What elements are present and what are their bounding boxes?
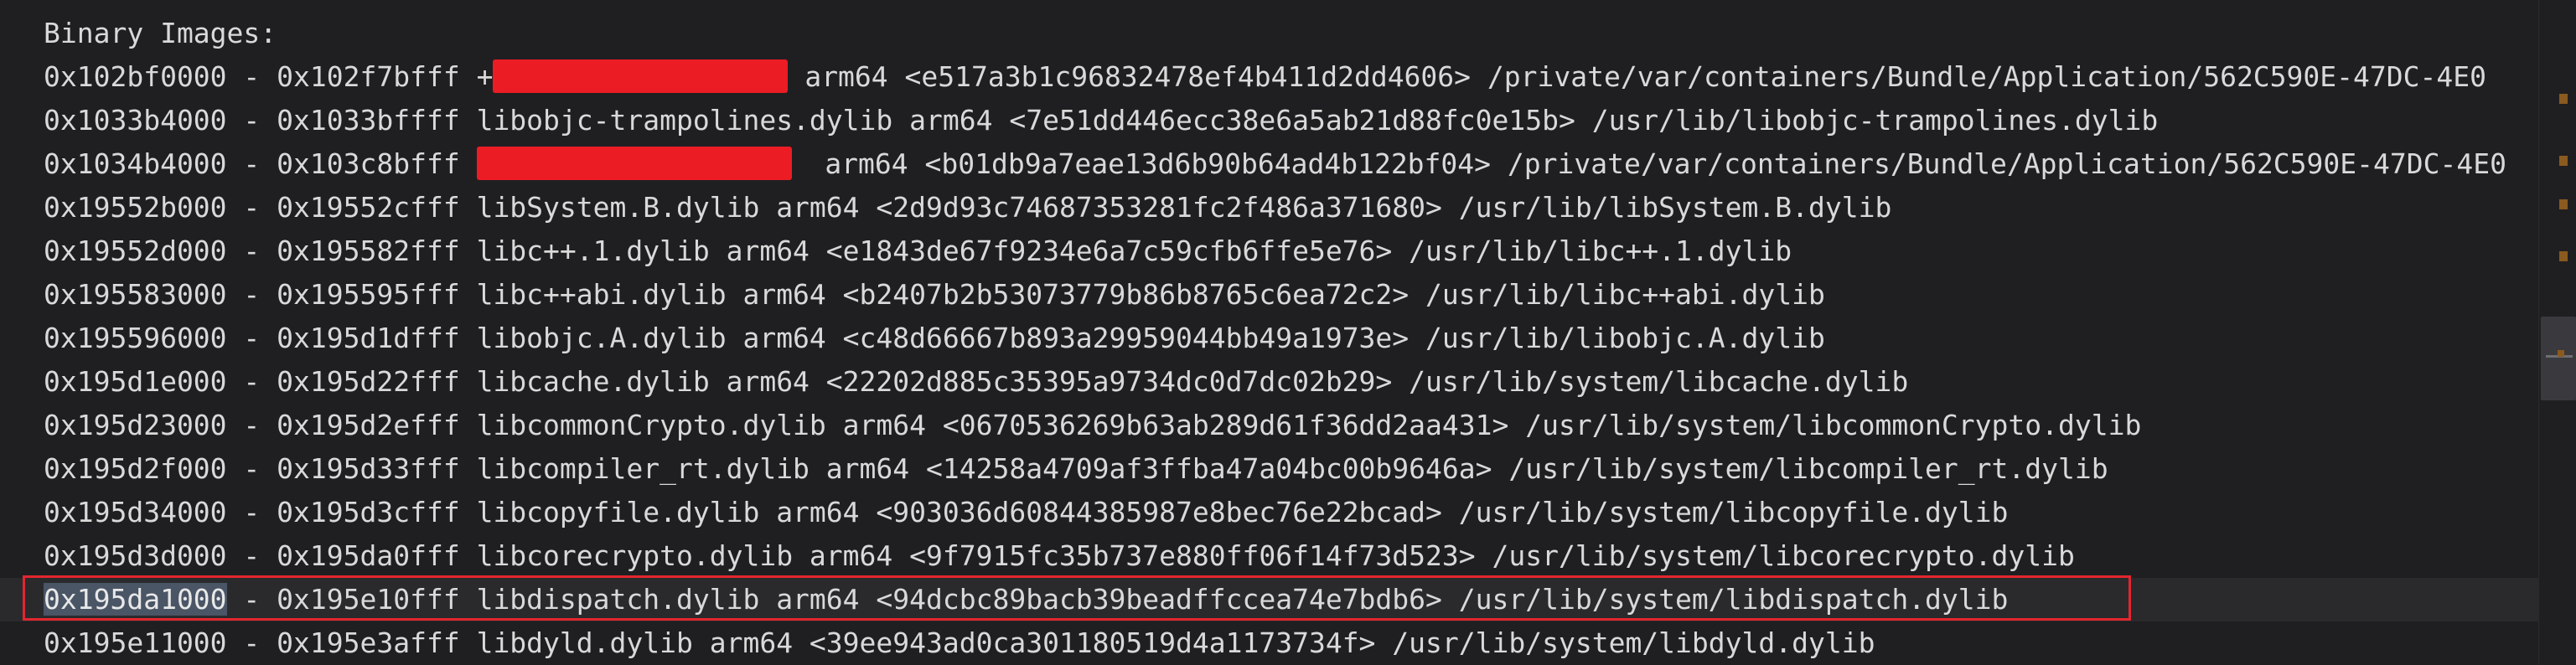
address-range: 0x195d34000 - 0x195d3cfff — [44, 496, 460, 528]
line-text: libdyld.dylib arm64 <39ee943ad0ca3011805… — [459, 626, 1875, 659]
address-range: 0x195e11000 - 0x195e3afff — [44, 626, 460, 659]
current-code-line[interactable]: 0x195da1000 - 0x195e10fff libdispatch.dy… — [0, 578, 2539, 621]
code-line[interactable]: 0x195e11000 - 0x195e3afff libdyld.dylib … — [0, 621, 2539, 665]
binary-images-header: Binary Images: — [44, 17, 277, 49]
address-range: 0x19552b000 - 0x19552cfff — [44, 191, 460, 224]
scroll-marker — [2559, 199, 2568, 209]
code-line[interactable]: 0x1034b4000 - 0x103c8bfff arm64 <b01db9a… — [0, 142, 2539, 186]
vertical-scrollbar[interactable] — [2538, 0, 2576, 665]
address-range: 0x1033b4000 - 0x1033bffff — [44, 104, 460, 137]
code-line[interactable]: 0x1033b4000 - 0x1033bffff libobjc-trampo… — [0, 99, 2539, 142]
line-text: libcommonCrypto.dylib arm64 <0670536269b… — [459, 409, 2142, 441]
code-editor[interactable]: Binary Images: 0x102bf0000 - 0x102f7bfff… — [0, 0, 2576, 665]
line-text: libcache.dylib arm64 <22202d885c35395a97… — [459, 365, 1909, 398]
redaction-block — [476, 146, 792, 180]
code-line[interactable]: 0x102bf0000 - 0x102f7bfff + arm64 <e517a… — [0, 55, 2539, 99]
line-text: arm64 <b01db9a7eae13d6b90b64ad4b122bf04>… — [791, 147, 2506, 180]
line-text: libcorecrypto.dylib arm64 <9f7915fc35b73… — [459, 539, 2075, 572]
code-line[interactable]: 0x19552b000 - 0x19552cfff libSystem.B.dy… — [0, 186, 2539, 229]
line-text: libobjc.A.dylib arm64 <c48d66667b893a299… — [459, 322, 1825, 354]
code-line[interactable]: 0x195d23000 - 0x195d2efff libcommonCrypt… — [0, 404, 2539, 447]
line-text: libc++.1.dylib arm64 <e1843de67f9234e6a7… — [459, 235, 1792, 267]
code-line[interactable]: 0x19552d000 - 0x195582fff libc++.1.dylib… — [0, 229, 2539, 273]
address-range: 0x195d1e000 - 0x195d22fff — [44, 365, 460, 398]
address-range: 0x195d23000 - 0x195d2efff — [44, 409, 460, 441]
address-range: 0x102bf0000 - 0x102f7bfff — [44, 60, 460, 93]
code-line[interactable]: 0x195583000 - 0x195595fff libc++abi.dyli… — [0, 273, 2539, 317]
line-text: libSystem.B.dylib arm64 <2d9d93c74687353… — [459, 191, 1892, 224]
line-text: libcompiler_rt.dylib arm64 <14258a4709af… — [459, 452, 2108, 485]
code-line[interactable]: 0x195596000 - 0x195d1dfff libobjc.A.dyli… — [0, 317, 2539, 360]
scroll-marker — [2559, 251, 2568, 261]
address-range: 0x19552d000 - 0x195582fff — [44, 235, 460, 267]
redaction-block — [493, 59, 789, 93]
line-text: libcopyfile.dylib arm64 <903036d60844385… — [459, 496, 2009, 528]
scrollbar-thumb[interactable] — [2541, 317, 2576, 400]
code-line[interactable]: 0x195d2f000 - 0x195d33fff libcompiler_rt… — [0, 447, 2539, 491]
code-line[interactable]: 0x195d3d000 - 0x195da0fff libcorecrypto.… — [0, 534, 2539, 578]
address-range: 0x195596000 - 0x195d1dfff — [44, 322, 460, 354]
scroll-marker — [2558, 350, 2564, 357]
address-range: 0x195d2f000 - 0x195d33fff — [44, 452, 460, 485]
selected-text[interactable]: 0x195da1000 — [44, 583, 227, 616]
address-range: 0x195d3d000 - 0x195da0fff — [44, 539, 460, 572]
line-text: libobjc-trampolines.dylib arm64 <7e51dd4… — [459, 104, 2159, 137]
scroll-marker — [2559, 94, 2568, 104]
address-range: - 0x195e10fff — [226, 583, 460, 616]
line-text: libc++abi.dylib arm64 <b2407b2b53073779b… — [459, 278, 1825, 311]
address-range: 0x195583000 - 0x195595fff — [44, 278, 460, 311]
line-text: arm64 <e517a3b1c96832478ef4b411d2dd4606>… — [788, 60, 2486, 93]
line-prefix: + — [459, 60, 494, 93]
address-range: 0x1034b4000 - 0x103c8bfff — [44, 147, 460, 180]
text-area[interactable]: Binary Images: 0x102bf0000 - 0x102f7bfff… — [0, 12, 2539, 665]
line-prefix — [460, 147, 477, 180]
scroll-marker — [2559, 156, 2568, 166]
code-line[interactable]: 0x195d1e000 - 0x195d22fff libcache.dylib… — [0, 360, 2539, 404]
line-text: libdispatch.dylib arm64 <94dcbc89bacb39b… — [459, 583, 2009, 616]
code-line[interactable]: 0x195d34000 - 0x195d3cfff libcopyfile.dy… — [0, 491, 2539, 534]
